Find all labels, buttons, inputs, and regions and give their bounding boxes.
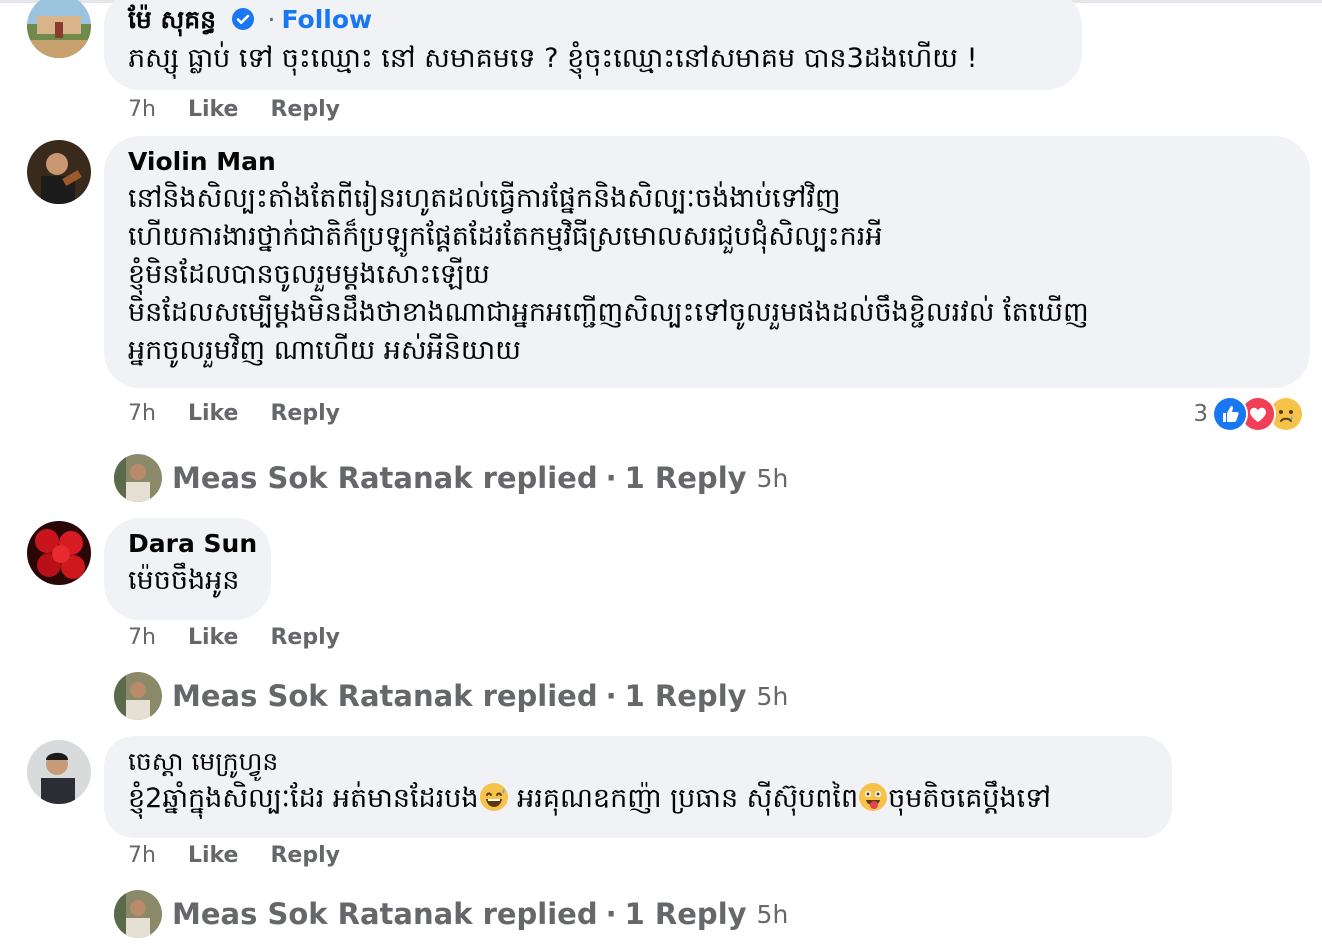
reply-time: 5h xyxy=(756,899,789,929)
comment-line: អ្នកចូលរួមវិញ ណាហើយ អស់អីនិយាយ xyxy=(128,335,521,366)
comment-actions: 7h Like Reply xyxy=(128,624,372,652)
follow-button[interactable]: Follow xyxy=(281,5,372,34)
comment-line: ហើយការងារថ្នាក់ជាតិក៏ប្រឡូកផ្ដែតដែរតែកម្… xyxy=(128,221,883,252)
replies-separator: · xyxy=(605,897,617,931)
comment-bubble: ម៉ែ សុគន្ធ · Follow ភស្សុ ធ្លាប់ ទៅ ចុះឈ្… xyxy=(104,0,1082,90)
comment-actions: 7h Like Reply xyxy=(128,400,372,428)
comment-line: ខ្ញុំមិនដែលបានចូលរួមម្ដងសោះឡើយ xyxy=(128,259,490,290)
comment-bubble: Dara Sun ម៉េចចឹងអូន xyxy=(104,518,271,620)
replies-separator: · xyxy=(605,461,617,495)
reply-button[interactable]: Reply xyxy=(270,97,340,122)
like-button[interactable]: Like xyxy=(188,843,239,868)
verified-badge-icon xyxy=(231,7,255,31)
reply-button[interactable]: Reply xyxy=(270,843,340,868)
view-replies-link[interactable]: Meas Sok Ratanak replied · 1 Reply 5h xyxy=(114,671,788,721)
comment-line: មិនដែលសម្បើម្ដងមិនដឹងថាខាងណាជាអ្នកអញ្ជើញ… xyxy=(128,297,1089,328)
replied-label: Meas Sok Ratanak replied xyxy=(172,461,598,495)
comment-text: នៅនិងសិល្បះតាំងតែពីរៀនរហូតដល់ធ្វើការផ្នែ… xyxy=(128,180,1286,370)
replier-avatar xyxy=(114,454,162,502)
comment-bubble: Violin Man នៅនិងសិល្បះតាំងតែពីរៀនរហូតដល់… xyxy=(104,136,1310,388)
comment-bubble: ចេស្តា មេក្រូហ្វូន ខ្ញុំ2ឆ្នាំក្នុងសិល្ប… xyxy=(104,736,1172,838)
comment-time[interactable]: 7h xyxy=(128,843,156,868)
view-replies-link[interactable]: Meas Sok Ratanak replied · 1 Reply 5h xyxy=(114,453,788,503)
reactions-summary[interactable]: 3 xyxy=(1193,394,1304,434)
author-name[interactable]: ម៉ែ សុគន្ធ xyxy=(128,5,216,34)
replier-avatar xyxy=(114,890,162,938)
reply-button[interactable]: Reply xyxy=(270,401,340,426)
author-name[interactable]: Violin Man xyxy=(128,146,1286,178)
author-name[interactable]: ចេស្តា មេក្រូហ្វូន xyxy=(128,746,1148,778)
reply-count: 1 Reply xyxy=(624,679,747,713)
avatar[interactable] xyxy=(27,0,91,58)
comment-time[interactable]: 7h xyxy=(128,625,156,650)
follow-separator: · xyxy=(267,5,276,34)
reply-count: 1 Reply xyxy=(624,897,747,931)
comment-actions: 7h Like Reply xyxy=(128,96,372,124)
avatar[interactable] xyxy=(27,521,91,585)
comment-text-part: ខ្ញុំ2ឆ្នាំក្នុងសិល្បៈដែរ អត់មានដែរបង xyxy=(128,783,479,814)
reply-time: 5h xyxy=(756,681,789,711)
comment-text-part: អរគុណឧកញ៉ា ប្រធាន ស៊ីស៊ុបពពៃ xyxy=(508,783,859,814)
like-button[interactable]: Like xyxy=(188,401,239,426)
reply-time: 5h xyxy=(756,463,789,493)
comment-text: ម៉េចចឹងអូន xyxy=(128,565,240,596)
reply-count: 1 Reply xyxy=(624,461,747,495)
comment-time[interactable]: 7h xyxy=(128,401,156,426)
like-icon xyxy=(1212,396,1248,432)
replies-separator: · xyxy=(605,679,617,713)
reply-button[interactable]: Reply xyxy=(270,625,340,650)
comment-time[interactable]: 7h xyxy=(128,97,156,122)
tongue-wink-emoji-icon xyxy=(858,782,888,812)
avatar[interactable] xyxy=(27,140,91,204)
comment-text: ភស្សុ ធ្លាប់ ទៅ ចុះឈ្មោះ នៅ សមាគមទេ ? ខ្… xyxy=(128,43,978,74)
comment-text-part: ចុមតិចគេប្ដឹងទៅ xyxy=(888,783,1051,814)
comment-line: នៅនិងសិល្បះតាំងតែពីរៀនរហូតដល់ធ្វើការផ្នែ… xyxy=(128,183,841,214)
reaction-count: 3 xyxy=(1193,401,1208,427)
comment-text: ខ្ញុំ2ឆ្នាំក្នុងសិល្បៈដែរ អត់មានដែរបង អរ… xyxy=(128,780,1148,818)
view-replies-link[interactable]: Meas Sok Ratanak replied · 1 Reply 5h xyxy=(114,889,788,939)
avatar[interactable] xyxy=(27,740,91,804)
author-name[interactable]: Dara Sun xyxy=(128,528,257,560)
comment-actions: 7h Like Reply xyxy=(128,842,372,870)
like-button[interactable]: Like xyxy=(188,97,239,122)
replied-label: Meas Sok Ratanak replied xyxy=(172,897,598,931)
grinning-sweat-emoji-icon xyxy=(479,782,509,812)
comment-author: ម៉ែ សុគន្ធ · Follow xyxy=(128,4,1058,36)
replier-avatar xyxy=(114,672,162,720)
like-button[interactable]: Like xyxy=(188,625,239,650)
replied-label: Meas Sok Ratanak replied xyxy=(172,679,598,713)
